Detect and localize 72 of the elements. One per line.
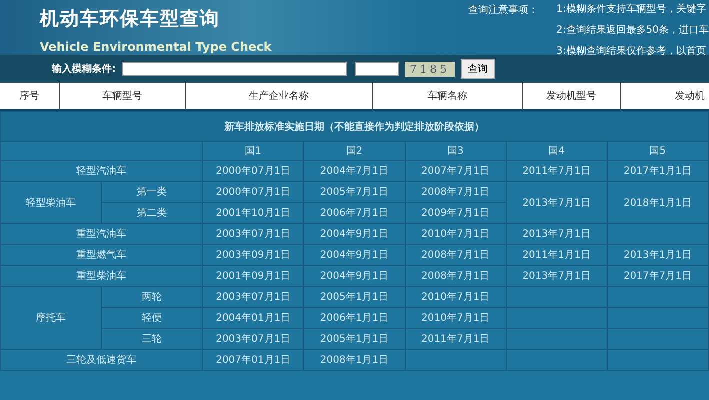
table-cell: 第二类	[102, 202, 203, 224]
captcha-field[interactable]	[355, 62, 399, 76]
column-header: 车辆名称	[373, 83, 523, 109]
page-title: 机动车环保车型查询	[40, 7, 221, 32]
table-cell: 2017年7月1日	[607, 266, 708, 286]
table-cell: 2004年9月1日	[304, 224, 406, 244]
table-cell: 2008年7月1日	[405, 182, 506, 202]
table-cell: 2006年1月1日	[304, 308, 406, 328]
table-cell: 2005年1月1日	[304, 328, 406, 350]
table-cell: 2017年1月1日	[607, 160, 708, 182]
table-cell: 重型汽油车	[0, 224, 203, 244]
table-cell: 重型燃气车	[0, 244, 203, 266]
table-cell: 2011年1月1日	[506, 244, 608, 266]
note-text: 1:模糊条件支持车辆型号，关键字	[556, 2, 708, 16]
column-header: 发动机	[674, 90, 706, 104]
table-cell: 摩托车	[0, 286, 102, 350]
search-label: 输入模糊条件:	[52, 62, 116, 76]
column-header: 车辆型号	[60, 83, 186, 109]
column-header: 发动机型号	[523, 83, 621, 109]
page-subtitle: Vehicle Environmental Type Check	[40, 40, 272, 54]
table-cell: 2013年1月1日	[607, 244, 708, 266]
table-cell: 2006年7月1日	[304, 202, 406, 224]
table-cell: 2007年7月1日	[405, 160, 506, 182]
table-cell: 2005年7月1日	[304, 182, 406, 202]
column-header: 国4	[506, 142, 608, 160]
table-cell: 2008年1月1日	[304, 350, 406, 370]
table-cell: 2018年1月1日	[607, 182, 708, 224]
table-cell: 轻便	[102, 308, 203, 328]
column-header: 生产企业名称	[186, 83, 373, 109]
table-cell: 2003年07月1日	[202, 286, 304, 308]
table-cell: 2013年7月1日	[506, 182, 608, 224]
table-cell: 2013年7月1日	[506, 224, 608, 244]
table-cell: 2004年9月1日	[304, 266, 406, 286]
table-cell: 轻型汽油车	[0, 160, 203, 182]
column-header: 序号	[0, 83, 60, 109]
table-cell: 2003年07月1日	[202, 328, 304, 350]
table-cell: 2005年1月1日	[304, 286, 406, 308]
table-cell: 第一类	[102, 182, 203, 202]
table-caption: 新车排放标准实施日期（不能直接作为判定排放阶段依据）	[0, 112, 708, 142]
table-cell: 轻型柴油车	[0, 182, 102, 224]
table-cell: 2010年7月1日	[405, 286, 506, 308]
notes-title: 查询注意事项：	[468, 4, 539, 18]
table-cell: 三轮	[102, 328, 203, 350]
note-text: 2:查询结果返回最多50条，进口车	[556, 24, 709, 37]
table-cell: 三轮及低速货车	[0, 350, 203, 370]
search-button[interactable]: 查询	[461, 59, 495, 79]
table-cell: 2010年7月1日	[405, 224, 506, 244]
table-cell: 2003年07月1日	[202, 224, 304, 244]
table-cell: 2008年7月1日	[405, 244, 506, 266]
table-cell: 2004年7月1日	[304, 160, 406, 182]
column-header: 国2	[304, 142, 406, 160]
table-cell: 2001年10月1日	[202, 202, 304, 224]
table-cell: 2004年01月1日	[202, 308, 304, 328]
captcha-image: 7185	[405, 62, 455, 76]
column-header: 国3	[405, 142, 506, 160]
table-cell: 2003年09月1日	[202, 244, 304, 266]
table-cell: 2010年7月1日	[405, 308, 506, 328]
column-header: 国5	[607, 142, 708, 160]
search-field[interactable]	[122, 62, 347, 76]
table-cell: 2001年09月1日	[202, 266, 304, 286]
table-cell: 2013年7月1日	[506, 266, 608, 286]
table-cell: 2004年9月1日	[304, 244, 406, 266]
column-header: 国1	[202, 142, 304, 160]
table-cell: 2007年01月1日	[202, 350, 304, 370]
note-text: 3:模糊查询结果仅作参考，以首页	[556, 44, 708, 58]
table-cell: 两轮	[102, 286, 203, 308]
table-cell: 重型柴油车	[0, 266, 203, 286]
table-cell: 2008年7月1日	[405, 266, 506, 286]
table-cell: 2011年7月1日	[506, 160, 608, 182]
table-cell: 2000年07月1日	[202, 182, 304, 202]
table-cell: 2011年7月1日	[405, 328, 506, 350]
table-cell: 2000年07月1日	[202, 160, 304, 182]
